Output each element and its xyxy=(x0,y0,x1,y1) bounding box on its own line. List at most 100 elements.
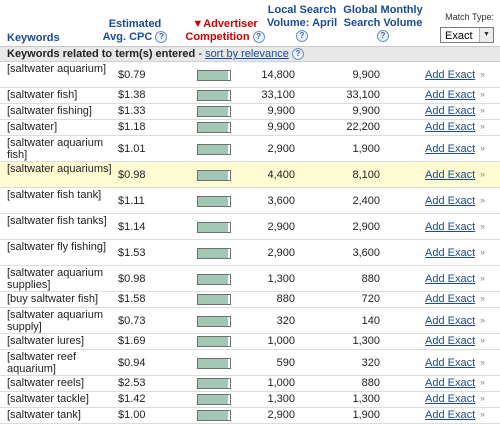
cpc-cell: $1.00 xyxy=(118,409,146,421)
competition-bar xyxy=(197,274,231,285)
cpc-column-header[interactable]: Estimated Avg. CPC ? xyxy=(100,18,170,44)
add-exact-link[interactable]: Add Exact xyxy=(425,273,475,285)
cpc-cell: $1.42 xyxy=(118,393,146,405)
add-exact-link[interactable]: Add Exact xyxy=(425,409,475,421)
local-volume-cell: 9,900 xyxy=(267,121,295,133)
add-exact-link[interactable]: Add Exact xyxy=(425,315,475,327)
double-chevron-icon[interactable]: » xyxy=(480,335,485,345)
add-exact-link[interactable]: Add Exact xyxy=(425,143,475,155)
local-volume-cell: 1,000 xyxy=(267,377,295,389)
cpc-cell: $1.11 xyxy=(118,195,145,207)
match-type-select[interactable]: Exact ▼ xyxy=(440,27,494,43)
lsv-header-line2: Volume: April xyxy=(266,17,338,29)
table-row: [saltwater aquarium supply] $0.73 320 140 Ad… xyxy=(0,308,500,334)
keyword-cell: [saltwater reef aquarium] xyxy=(7,351,77,375)
competition-bar-fill xyxy=(198,123,228,132)
help-icon[interactable]: ? xyxy=(291,48,304,61)
match-type-value: Exact xyxy=(445,30,473,42)
competition-bar xyxy=(197,106,231,117)
competition-bar xyxy=(197,222,231,233)
double-chevron-icon[interactable]: » xyxy=(480,195,485,205)
global-volume-cell: 2,400 xyxy=(352,195,380,207)
double-chevron-icon[interactable]: » xyxy=(480,393,485,403)
add-exact-link[interactable]: Add Exact xyxy=(425,195,475,207)
local-volume-cell: 14,800 xyxy=(261,69,295,81)
double-chevron-icon[interactable]: » xyxy=(480,357,485,367)
add-exact-link[interactable]: Add Exact xyxy=(425,169,475,181)
table-row: [saltwater fishing] $1.33 9,900 9,900 Add Ex… xyxy=(0,104,500,120)
double-chevron-icon[interactable]: » xyxy=(480,273,485,283)
table-row: [saltwater aquarium] $0.79 14,800 9,900 Add … xyxy=(0,62,500,88)
add-exact-link[interactable]: Add Exact xyxy=(425,377,475,389)
global-volume-cell: 3,600 xyxy=(352,247,380,259)
gms-header-line1: Global Monthly xyxy=(343,4,423,16)
double-chevron-icon[interactable]: » xyxy=(480,143,485,153)
double-chevron-icon[interactable]: » xyxy=(480,409,485,419)
keywords-column-header[interactable]: Keywords xyxy=(7,32,60,44)
competition-bar-fill xyxy=(198,317,228,326)
add-exact-link[interactable]: Add Exact xyxy=(425,393,475,405)
global-volume-cell: 140 xyxy=(361,315,380,327)
global-volume-cell: 880 xyxy=(361,377,380,389)
competition-bar xyxy=(197,378,231,389)
competition-bar xyxy=(197,90,231,101)
table-row: [saltwater fly fishing] $1.53 2,900 3,600 Ad… xyxy=(0,240,500,266)
add-exact-link[interactable]: Add Exact xyxy=(425,335,475,347)
sort-by-relevance-link[interactable]: sort by relevance xyxy=(205,48,289,60)
double-chevron-icon[interactable]: » xyxy=(480,69,485,79)
add-exact-link[interactable]: Add Exact xyxy=(425,247,475,259)
competition-bar-fill xyxy=(198,107,228,116)
cpc-header-line1: Estimated xyxy=(108,18,162,30)
global-volume-column-header[interactable]: Global Monthly Search Volume ? xyxy=(340,4,426,43)
competition-bar-fill xyxy=(198,145,228,154)
keyword-cell: [buy saltwater fish] xyxy=(7,293,99,305)
cpc-cell: $0.98 xyxy=(118,169,146,181)
cpc-cell: $2.53 xyxy=(118,377,146,389)
local-volume-cell: 4,400 xyxy=(267,169,295,181)
competition-bar-fill xyxy=(198,379,228,388)
section-header: Keywords related to term(s) entered - so… xyxy=(0,47,500,62)
double-chevron-icon[interactable]: » xyxy=(480,293,485,303)
add-exact-link[interactable]: Add Exact xyxy=(425,69,475,81)
double-chevron-icon[interactable]: » xyxy=(480,315,485,325)
help-icon[interactable]: ? xyxy=(155,31,168,44)
help-icon[interactable]: ? xyxy=(377,30,389,43)
add-exact-link[interactable]: Add Exact xyxy=(425,293,475,305)
chevron-down-icon: ▼ xyxy=(479,28,493,42)
keyword-cell: [saltwater tackle] xyxy=(7,393,89,405)
gms-header-line2: Search Volume xyxy=(343,17,423,29)
cpc-cell: $1.58 xyxy=(118,293,146,305)
section-separator: - xyxy=(195,48,206,60)
double-chevron-icon[interactable]: » xyxy=(480,221,485,231)
double-chevron-icon[interactable]: » xyxy=(480,169,485,179)
add-exact-link[interactable]: Add Exact xyxy=(425,357,475,369)
keyword-cell: [saltwater fish tanks] xyxy=(7,215,107,227)
add-exact-link[interactable]: Add Exact xyxy=(425,105,475,117)
competition-bar xyxy=(197,394,231,405)
local-volume-cell: 590 xyxy=(276,357,295,369)
cpc-cell: $1.14 xyxy=(118,221,146,233)
cpc-cell: $1.69 xyxy=(118,335,146,347)
competition-bar-fill xyxy=(198,249,228,258)
double-chevron-icon[interactable]: » xyxy=(480,121,485,131)
keyword-cell: [saltwater fish] xyxy=(7,89,78,101)
table-row: [saltwater fish tanks] $1.14 2,900 2,900 Add… xyxy=(0,214,500,240)
add-exact-link[interactable]: Add Exact xyxy=(425,121,475,133)
double-chevron-icon[interactable]: » xyxy=(480,89,485,99)
double-chevron-icon[interactable]: » xyxy=(480,105,485,115)
local-volume-cell: 1,300 xyxy=(267,393,295,405)
help-icon[interactable]: ? xyxy=(296,30,308,43)
local-volume-column-header[interactable]: Local Search Volume: April ? xyxy=(262,4,342,43)
global-volume-cell: 22,200 xyxy=(346,121,380,133)
table-row: [saltwater tank] $1.00 2,900 1,900 Add Exact… xyxy=(0,408,500,424)
cpc-cell: $0.73 xyxy=(118,315,146,327)
competition-bar xyxy=(197,336,231,347)
competition-bar-fill xyxy=(198,223,228,232)
global-volume-cell: 1,300 xyxy=(352,335,380,347)
add-exact-link[interactable]: Add Exact xyxy=(425,221,475,233)
double-chevron-icon[interactable]: » xyxy=(480,377,485,387)
add-exact-link[interactable]: Add Exact xyxy=(425,89,475,101)
competition-column-header[interactable]: ▼Advertiser Competition ? xyxy=(180,18,270,44)
double-chevron-icon[interactable]: » xyxy=(480,247,485,257)
section-title: Keywords related to term(s) entered xyxy=(7,48,196,60)
